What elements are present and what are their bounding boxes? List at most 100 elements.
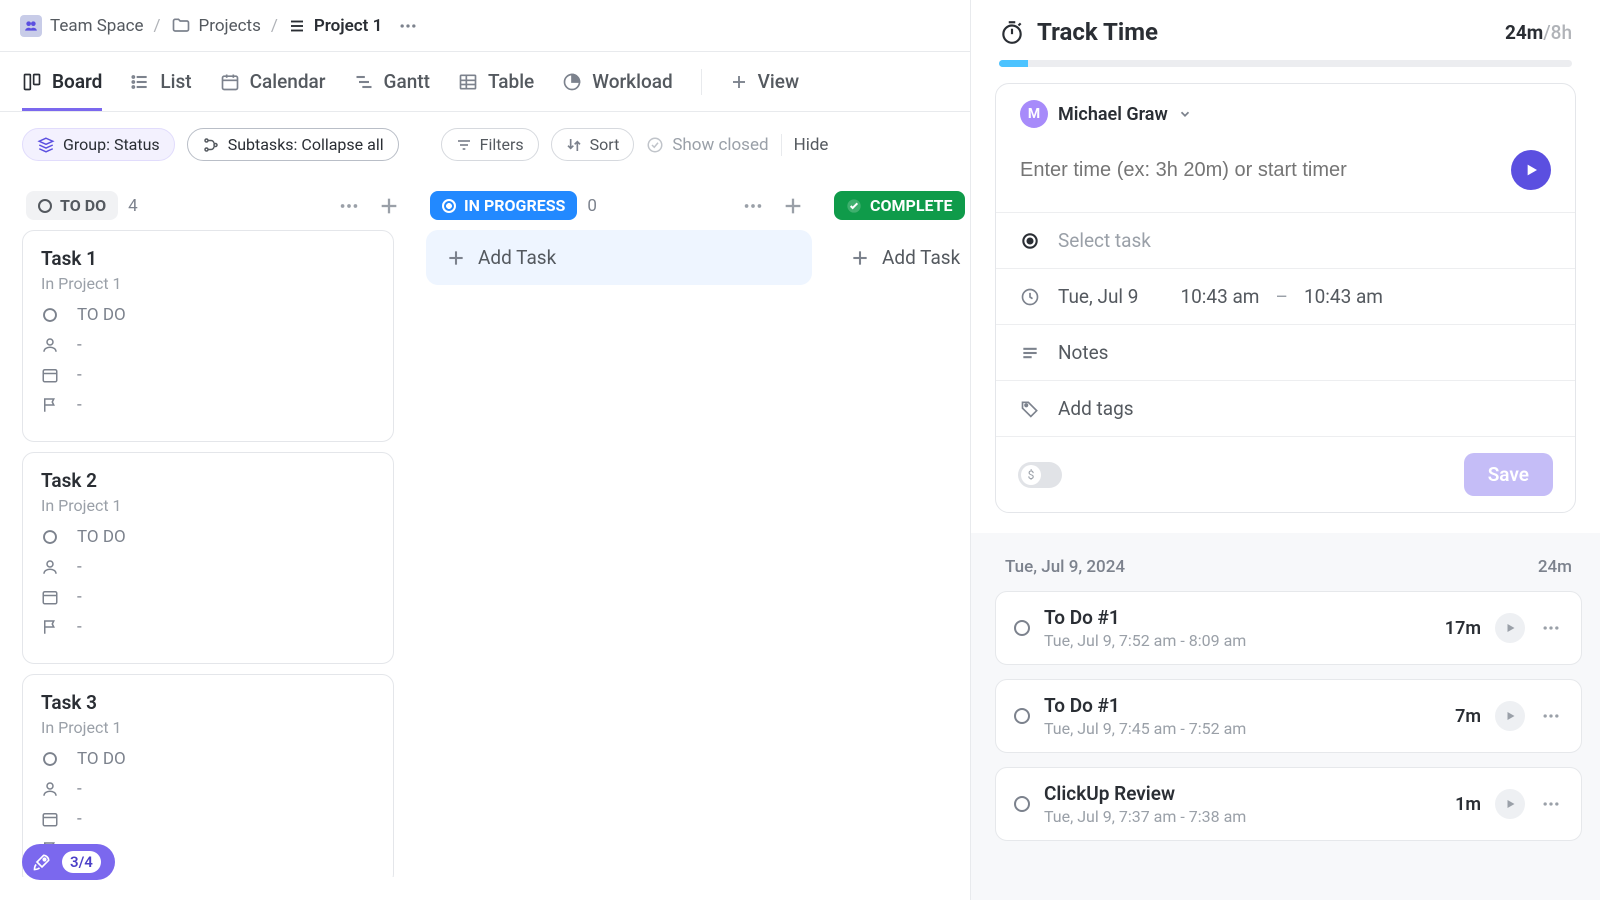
view-list[interactable]: List	[130, 52, 191, 111]
save-button[interactable]: Save	[1464, 453, 1553, 496]
list-icon	[288, 17, 306, 35]
log-more-button[interactable]	[1539, 618, 1563, 638]
time-entry-card: M Michael Graw Select task Tue, Jul 9 10…	[995, 83, 1576, 513]
view-gantt[interactable]: Gantt	[354, 52, 430, 111]
column-progress-more[interactable]	[738, 195, 768, 217]
column-complete: COMPLETE Add Task	[830, 181, 990, 877]
time-input[interactable]	[1020, 159, 1495, 182]
status-chip-progress[interactable]: IN PROGRESS	[430, 191, 577, 220]
calendar-icon	[41, 366, 61, 384]
task-card[interactable]: Task 2 In Project 1 TO DO - - -	[22, 452, 394, 664]
stopwatch-icon	[999, 19, 1025, 45]
view-workload-label: Workload	[592, 70, 672, 93]
time-log-item[interactable]: To Do #1 Tue, Jul 9, 7:45 am - 7:52 am 7…	[995, 679, 1582, 753]
launcher-count: 3/4	[62, 851, 101, 873]
status-dot-icon	[1014, 620, 1030, 636]
column-header-progress: IN PROGRESS 0	[426, 181, 812, 230]
view-board[interactable]: Board	[22, 52, 102, 111]
project-more-button[interactable]	[392, 16, 424, 36]
status-dot-icon	[38, 199, 52, 213]
log-item-duration: 1m	[1455, 794, 1481, 815]
filters-pill[interactable]: Filters	[441, 128, 539, 161]
log-play-button[interactable]	[1495, 701, 1525, 731]
group-pill-label: Group: Status	[63, 135, 160, 154]
hide-button[interactable]: Hide	[794, 135, 829, 155]
show-closed-toggle[interactable]: Show closed	[646, 135, 768, 155]
card-list-todo[interactable]: Task 1 In Project 1 TO DO - - - Task 2 I…	[22, 230, 408, 877]
tag-icon	[1020, 399, 1042, 419]
dollar-icon: $	[1021, 465, 1041, 485]
time-date: Tue, Jul 9	[1058, 285, 1138, 308]
task-card[interactable]: Task 1 In Project 1 TO DO - - -	[22, 230, 394, 442]
filters-label: Filters	[480, 135, 524, 154]
task-status: TO DO	[77, 749, 126, 769]
log-more-button[interactable]	[1539, 794, 1563, 814]
log-date-header: Tue, Jul 9, 2024 24m	[995, 553, 1582, 591]
log-play-button[interactable]	[1495, 613, 1525, 643]
tags-row[interactable]: Add tags	[996, 380, 1575, 436]
column-todo-add[interactable]	[374, 195, 404, 217]
subtasks-pill[interactable]: Subtasks: Collapse all	[187, 128, 399, 161]
task-status-row[interactable]: TO DO	[41, 305, 375, 325]
card-footer: $ Save	[996, 436, 1575, 512]
time-range-row[interactable]: Tue, Jul 9 10:43 am – 10:43 am	[996, 268, 1575, 324]
rocket-icon	[32, 852, 52, 872]
column-header-complete: COMPLETE	[830, 181, 990, 230]
time-used: 24m	[1505, 21, 1543, 44]
log-play-button[interactable]	[1495, 789, 1525, 819]
add-task-complete[interactable]: Add Task	[830, 230, 990, 285]
breadcrumb-folder[interactable]: Projects	[171, 16, 261, 36]
task-date-row[interactable]: -	[41, 587, 375, 607]
group-pill[interactable]: Group: Status	[22, 128, 175, 161]
view-table[interactable]: Table	[458, 52, 534, 111]
time-log-item[interactable]: ClickUp Review Tue, Jul 9, 7:37 am - 7:3…	[995, 767, 1582, 841]
user-select[interactable]: M Michael Graw	[1020, 100, 1192, 128]
task-status-row[interactable]: TO DO	[41, 527, 375, 547]
task-assignee-row[interactable]: -	[41, 779, 375, 799]
status-dot-icon	[41, 750, 61, 768]
view-workload[interactable]: Workload	[562, 52, 672, 111]
column-progress-add[interactable]	[778, 195, 808, 217]
task-assignee-row[interactable]: -	[41, 335, 375, 355]
task-date-row[interactable]: -	[41, 809, 375, 829]
start-timer-button[interactable]	[1511, 150, 1551, 190]
view-list-label: List	[160, 70, 191, 93]
sort-pill[interactable]: Sort	[551, 128, 635, 161]
task-priority-row[interactable]: -	[41, 395, 375, 415]
log-date: Tue, Jul 9, 2024	[1005, 557, 1125, 577]
task-date-row[interactable]: -	[41, 365, 375, 385]
task-title: Task 1	[41, 247, 375, 270]
column-todo-count: 4	[128, 196, 138, 216]
task-status-row[interactable]: TO DO	[41, 749, 375, 769]
view-add[interactable]: View	[730, 52, 799, 111]
select-task-row[interactable]: Select task	[996, 212, 1575, 268]
task-dot-icon	[1020, 231, 1042, 251]
task-sub: In Project 1	[41, 274, 375, 293]
status-chip-complete[interactable]: COMPLETE	[834, 191, 965, 220]
column-todo-more[interactable]	[334, 195, 364, 217]
breadcrumb-space[interactable]: Team Space	[20, 15, 144, 37]
time-log-item[interactable]: To Do #1 Tue, Jul 9, 7:52 am - 8:09 am 1…	[995, 591, 1582, 665]
status-progress-label: IN PROGRESS	[464, 196, 565, 215]
billable-toggle[interactable]: $	[1018, 462, 1062, 488]
view-calendar[interactable]: Calendar	[220, 52, 326, 111]
status-chip-todo[interactable]: TO DO	[26, 191, 118, 220]
tags-label: Add tags	[1058, 397, 1134, 420]
time-log-area[interactable]: Tue, Jul 9, 2024 24m To Do #1 Tue, Jul 9…	[971, 533, 1600, 900]
onboarding-launcher[interactable]: 3/4	[22, 844, 115, 880]
column-progress-count: 0	[587, 196, 597, 216]
clock-icon	[1020, 287, 1042, 307]
check-icon	[846, 198, 862, 214]
task-priority-row[interactable]: -	[41, 617, 375, 637]
hide-label: Hide	[794, 135, 829, 155]
log-more-button[interactable]	[1539, 706, 1563, 726]
time-input-row	[996, 144, 1575, 212]
time-start: 10:43 am	[1180, 285, 1259, 308]
add-task-progress[interactable]: Add Task	[426, 230, 812, 285]
breadcrumb-project[interactable]: Project 1	[288, 16, 382, 36]
status-dot-icon	[41, 528, 61, 546]
status-dot-icon	[442, 199, 456, 213]
breadcrumb-sep: /	[271, 16, 278, 36]
notes-row[interactable]: Notes	[996, 324, 1575, 380]
task-assignee-row[interactable]: -	[41, 557, 375, 577]
